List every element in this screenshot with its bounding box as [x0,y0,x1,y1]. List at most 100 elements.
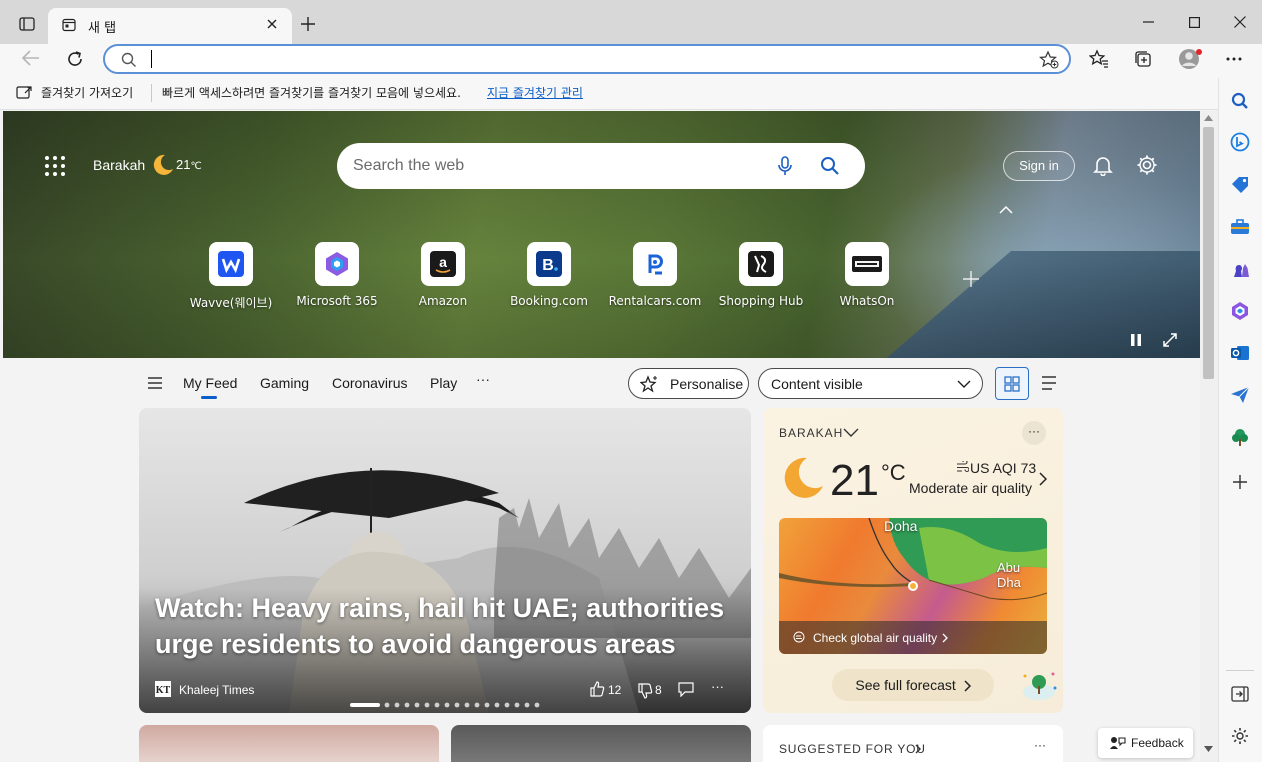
feed-menu-button[interactable] [147,377,163,389]
aqi-description: Moderate air quality [909,480,1032,496]
refresh-button[interactable] [65,49,85,69]
close-tab-icon[interactable] [266,18,278,30]
suggested-title[interactable]: SUGGESTED FOR YOU [779,742,926,756]
favorites-hint: 빠르게 액세스하려면 즐겨찾기를 즐겨찾기 모음에 넣으세요. [162,86,461,100]
gear-icon [1137,155,1157,175]
tab-more[interactable]: ··· [476,371,490,387]
tab-play[interactable]: Play [430,375,457,391]
check-air-quality-link[interactable]: Check global air quality [813,631,937,645]
page-settings-button[interactable] [1136,154,1158,176]
maximize-icon [1188,16,1200,28]
sidebar-search-button[interactable] [1229,90,1251,112]
address-bar[interactable] [103,44,1071,74]
carousel-pagination[interactable] [350,702,544,708]
sidebar-tree-button[interactable] [1229,426,1251,448]
back-arrow-icon [21,50,39,66]
favorites-button[interactable] [1089,49,1109,69]
sidebar-games-button[interactable] [1229,258,1251,280]
more-dots-icon [1226,57,1242,61]
sidebar-microsoft365-button[interactable] [1229,300,1251,322]
close-window-button[interactable] [1217,0,1262,44]
import-favorites-button[interactable]: 즐겨찾기 가져오기 [41,84,133,101]
see-full-forecast-button[interactable]: See full forecast [832,669,994,701]
content-visibility-dropdown[interactable]: Content visible [758,368,983,399]
weather-more-button[interactable]: ··· [1022,421,1046,445]
profile-avatar[interactable] [1178,47,1202,71]
scroll-down-arrow-icon[interactable] [1204,746,1213,752]
thumbs-up-icon[interactable] [589,681,605,697]
expand-background-button[interactable] [1162,332,1178,348]
news-photo [139,468,751,713]
close-icon [1234,16,1246,28]
shopping-tag-icon [1232,177,1248,193]
main-headline[interactable]: Watch: Heavy rains, hail hit UAE; author… [155,590,745,662]
manage-favorites-link[interactable]: 지금 즐겨찾기 관리 [487,84,583,101]
grid-view-button[interactable] [995,367,1029,400]
microsoft365-icon [326,252,348,276]
suggested-card[interactable]: SUGGESTED FOR YOU ··· [763,725,1063,762]
notifications-button[interactable] [1092,154,1114,176]
maximize-button[interactable] [1171,0,1217,44]
tab-gaming[interactable]: Gaming [260,375,309,391]
quick-link-shopping-hub[interactable]: Shopping Hub [711,242,811,308]
search-icon [121,52,137,68]
quick-link-wavve[interactable]: Wavve(웨이브) [181,242,281,311]
sidebar-settings-button[interactable] [1229,725,1251,747]
collapse-quick-links-button[interactable] [999,205,1013,214]
news-card[interactable] [451,725,751,762]
apps-launcher-button[interactable] [44,155,66,177]
quick-link-microsoft365[interactable]: Microsoft 365 [287,242,387,308]
chevron-right-icon[interactable] [1039,472,1047,486]
personalise-button[interactable]: Personalise [628,368,749,399]
sidebar-shopping-button[interactable] [1229,174,1251,196]
air-quality-map[interactable]: Doha Abu Dha Check global air quality [779,518,1047,654]
new-tab-button[interactable] [297,13,319,35]
tab-coronavirus[interactable]: Coronavirus [332,375,407,391]
list-view-button[interactable] [1041,376,1057,390]
sidebar-add-button[interactable] [1229,471,1251,493]
pause-background-button[interactable] [1129,333,1143,347]
sign-in-button[interactable]: Sign in [1003,151,1075,181]
thumbs-down-icon[interactable] [637,683,653,699]
tab-active-indicator [201,396,217,399]
quick-link-label: Booking.com [510,294,588,308]
scroll-up-arrow-icon[interactable] [1204,115,1213,121]
hero-location[interactable]: Barakah [93,157,145,173]
comment-icon[interactable] [678,682,694,697]
sidebar-outlook-button[interactable] [1229,342,1251,364]
microphone-icon[interactable] [777,156,793,176]
scrollbar-thumb[interactable] [1203,127,1214,379]
sidebar-bing-button[interactable] [1229,131,1251,153]
feedback-button[interactable]: Feedback [1098,728,1193,758]
sidebar-hide-button[interactable] [1229,683,1251,705]
source-name[interactable]: Khaleej Times [179,683,254,697]
sidebar-tools-button[interactable] [1229,216,1251,238]
card-more-button[interactable]: ··· [711,679,724,694]
tab-actions-icon[interactable] [14,12,40,36]
refresh-icon [68,51,82,66]
sidebar-send-button[interactable] [1229,384,1251,406]
collections-button[interactable] [1133,49,1153,69]
microsoft365-icon [1232,302,1248,320]
add-quick-link-button[interactable] [963,271,979,287]
weather-location[interactable]: BARAKAH [779,426,843,440]
minimize-button[interactable] [1125,0,1171,44]
tab-my-feed[interactable]: My Feed [183,375,237,391]
settings-more-button[interactable] [1226,57,1242,61]
tab-new-tab[interactable]: 새 탭 [48,8,292,44]
content-visibility-value: Content visible [771,376,863,392]
search-icon[interactable] [820,156,840,176]
quick-link-whatson[interactable]: WhatsOn [817,242,917,308]
weather-temperature: 21 [830,456,879,505]
web-search-box[interactable]: Search the web [337,143,865,189]
tree-badge-icon[interactable] [1019,668,1059,702]
back-button[interactable] [21,49,41,67]
quick-link-rentalcars[interactable]: Rentalcars.com [605,242,705,308]
add-favorite-star-icon[interactable] [1039,51,1059,69]
quick-link-booking[interactable]: B Booking.com [499,242,599,308]
main-news-card[interactable]: Watch: Heavy rains, hail hit UAE; author… [139,408,751,713]
news-card[interactable] [139,725,439,762]
chevron-down-icon[interactable] [843,428,859,437]
suggested-more-button[interactable]: ··· [1034,738,1046,752]
quick-link-amazon[interactable]: a Amazon [393,242,493,308]
